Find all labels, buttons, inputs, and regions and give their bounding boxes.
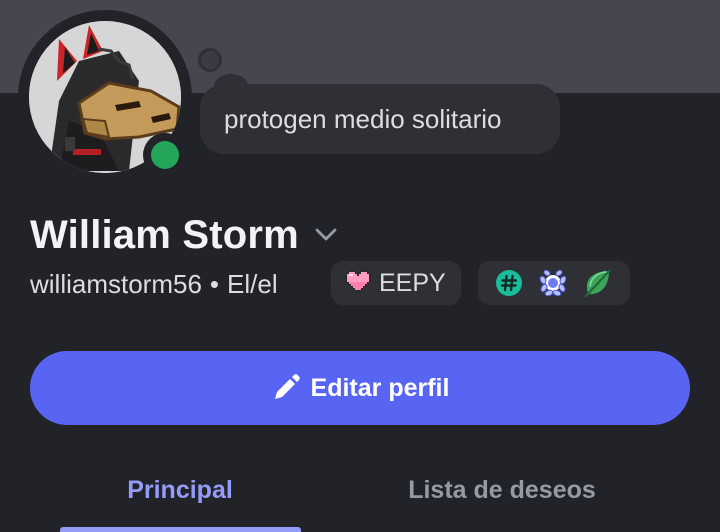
pronouns: El/el <box>227 268 278 299</box>
hashtag-badge-icon[interactable] <box>494 268 524 298</box>
custom-status-text: protogen medio solitario <box>224 103 502 134</box>
tab-principal-label: Principal <box>127 475 233 504</box>
username: williamstorm56 <box>30 268 202 299</box>
custom-status-bubble[interactable]: protogen medio solitario <box>200 84 560 154</box>
display-name-row[interactable]: William Storm <box>30 210 337 260</box>
badges-container <box>478 261 630 305</box>
status-thought-bubble-dot <box>201 51 219 69</box>
username-row: williamstorm56 • El/el <box>30 262 278 306</box>
laurel-badge-icon[interactable] <box>538 268 568 298</box>
edit-profile-button[interactable]: Editar perfil <box>30 351 690 425</box>
server-tag-label: EEPY <box>379 268 446 297</box>
active-tab-indicator <box>60 527 301 532</box>
edit-profile-label: Editar perfil <box>310 373 450 402</box>
online-status-indicator <box>151 141 179 169</box>
tab-principal[interactable]: Principal <box>60 470 300 510</box>
separator-dot: • <box>209 268 220 299</box>
leaf-badge-icon[interactable] <box>582 268 612 298</box>
pencil-icon <box>271 373 301 403</box>
server-tag-chip[interactable]: EEPY <box>331 261 461 305</box>
tab-wishlist-label: Lista de deseos <box>408 475 596 504</box>
display-name: William Storm <box>30 212 299 257</box>
chevron-down-icon[interactable] <box>315 224 337 246</box>
tab-wishlist[interactable]: Lista de deseos <box>382 470 622 510</box>
pixel-heart-icon <box>345 269 371 297</box>
